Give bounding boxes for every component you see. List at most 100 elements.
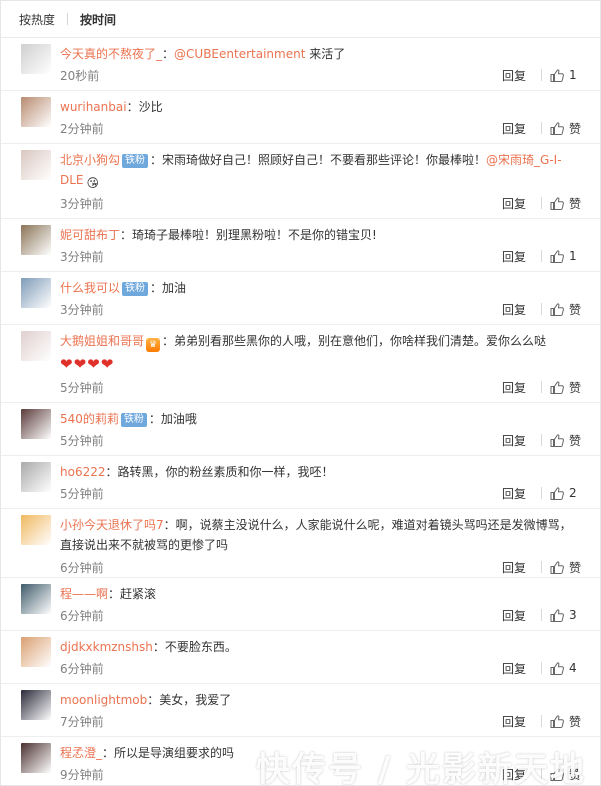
like-button[interactable]: 赞 <box>550 120 584 137</box>
reply-button[interactable]: 回复 <box>502 120 526 137</box>
reply-button[interactable]: 回复 <box>502 485 526 502</box>
like-count: 赞 <box>569 714 582 729</box>
username-link[interactable]: moonlightmob <box>60 693 147 707</box>
reply-button[interactable]: 回复 <box>502 248 526 265</box>
username-link[interactable]: 大鹅姐姐和哥哥 <box>60 334 144 348</box>
avatar[interactable] <box>21 515 51 545</box>
thumbs-up-icon <box>550 560 564 574</box>
avatar[interactable] <box>21 637 51 667</box>
username-link[interactable]: 妮可甜布丁 <box>60 228 120 242</box>
username-link[interactable]: wurihanbai <box>60 100 127 114</box>
avatar[interactable] <box>21 150 51 180</box>
reply-button[interactable]: 回复 <box>502 432 526 449</box>
avatar[interactable] <box>21 584 51 614</box>
comment-footer: 5分钟前 回复 赞 <box>60 431 584 449</box>
like-button[interactable]: 赞 <box>550 432 584 449</box>
avatar[interactable] <box>21 97 51 127</box>
sort-by-hot[interactable]: 按热度 <box>19 11 55 28</box>
like-count: 赞 <box>569 121 582 136</box>
comment-text: ：路转黑，你的粉丝素质和你一样，我呸！ <box>105 465 334 479</box>
thumbs-up-icon <box>550 486 564 500</box>
like-button[interactable]: 2 <box>550 486 584 500</box>
username-link[interactable]: 程——啊 <box>60 587 108 601</box>
action-divider <box>541 487 542 499</box>
reply-button[interactable]: 回复 <box>502 660 526 677</box>
avatar[interactable] <box>21 409 51 439</box>
avatar[interactable] <box>21 331 51 361</box>
comment-content: moonlightmob：美女，我爱了 <box>60 690 582 710</box>
like-button[interactable]: 赞 <box>550 559 584 576</box>
like-count: 4 <box>569 661 577 675</box>
comment-text: ：赶紧滚 <box>108 587 157 601</box>
username-link[interactable]: 程孞澄_ <box>60 746 102 760</box>
avatar[interactable] <box>21 690 51 720</box>
comment-text-tail: 来活了 <box>305 47 346 61</box>
comment-footer: 3分钟前 回复 赞 <box>60 300 584 318</box>
reply-button[interactable]: 回复 <box>502 713 526 730</box>
comment-item: 北京小狗勾 铁粉 ：宋雨琦做好自己！照顾好自己！不要看那些评论！你最棒啦！@宋雨琦_… <box>1 144 600 219</box>
avatar[interactable] <box>21 44 51 74</box>
mention-link[interactable]: @CUBEentertainment <box>174 47 305 61</box>
comment-content: 妮可甜布丁：琦琦子最棒啦！别理黑粉啦！不是你的错宝贝! <box>60 225 582 245</box>
like-button[interactable]: 1 <box>550 68 584 82</box>
comment-item: djdkxkmznshsh：不要脸东西。 6分钟前 回复 4 <box>1 631 600 684</box>
avatar[interactable] <box>21 225 51 255</box>
comment-item: ho6222：路转黑，你的粉丝素质和你一样，我呸！ 5分钟前 回复 2 <box>1 456 600 509</box>
sort-divider <box>67 13 69 25</box>
avatar[interactable] <box>21 462 51 492</box>
comment-item: 妮可甜布丁：琦琦子最棒啦！别理黑粉啦！不是你的错宝贝! 3分钟前 回复 1 <box>1 219 600 272</box>
comment-time: 3分钟前 <box>60 302 104 317</box>
like-count: 赞 <box>569 560 582 575</box>
comment-text: ：加油 <box>150 281 187 295</box>
action-divider <box>541 303 542 315</box>
reply-button[interactable]: 回复 <box>502 195 526 212</box>
comment-item: wurihanbai：沙比 2分钟前 回复 赞 <box>1 91 600 144</box>
fan-badge: 铁粉 <box>122 282 149 296</box>
comment-content: 程——啊：赶紧滚 <box>60 584 582 604</box>
like-count: 1 <box>569 249 577 263</box>
reply-button[interactable]: 回复 <box>502 67 526 84</box>
comment-list: 今天真的不熬夜了_：@CUBEentertainment 来活了 20秒前 回复 1 w… <box>1 38 600 785</box>
comment-footer: 2分钟前 回复 赞 <box>60 119 584 137</box>
like-button[interactable]: 赞 <box>550 195 584 212</box>
avatar[interactable] <box>21 278 51 308</box>
username-link[interactable]: 北京小狗勾 <box>60 153 120 167</box>
comment-content: djdkxkmznshsh：不要脸东西。 <box>60 637 582 657</box>
avatar[interactable] <box>21 743 51 773</box>
comment-footer: 7分钟前 回复 赞 <box>60 712 584 730</box>
comment-time: 7分钟前 <box>60 714 104 729</box>
thumbs-up-icon <box>550 661 564 675</box>
kiss-emoji-icon: 😘 <box>86 176 100 190</box>
like-button[interactable]: 赞 <box>550 301 584 318</box>
username-link[interactable]: ho6222 <box>60 465 106 479</box>
comment-footer: 3分钟前 回复 1 <box>60 247 584 265</box>
thumbs-up-icon <box>550 302 564 316</box>
like-count: 赞 <box>569 196 582 211</box>
comment-content: wurihanbai：沙比 <box>60 97 582 117</box>
reply-button[interactable]: 回复 <box>502 301 526 318</box>
like-count: 2 <box>569 486 577 500</box>
reply-button[interactable]: 回复 <box>502 559 526 576</box>
like-button[interactable]: 赞 <box>550 713 584 730</box>
comment-time: 6分钟前 <box>60 661 104 676</box>
thumbs-up-icon <box>550 68 564 82</box>
username-link[interactable]: 小孙今天退休了吗7 <box>60 518 164 532</box>
username-link[interactable]: 540的莉莉 <box>60 412 119 426</box>
username-link[interactable]: djdkxkmznshsh <box>60 640 153 654</box>
username-link[interactable]: 什么我可以 <box>60 281 120 295</box>
comment-item: 小孙今天退休了吗7：啊，说蔡主没说什么，人家能说什么呢，难道对着镜头骂吗还是发微… <box>1 509 600 578</box>
comment-text: ：加油哦 <box>148 412 197 426</box>
reply-button[interactable]: 回复 <box>502 379 526 396</box>
reply-button[interactable]: 回复 <box>502 607 526 624</box>
username-link[interactable]: 今天真的不熬夜了_ <box>60 47 162 61</box>
comment-time: 5分钟前 <box>60 486 104 501</box>
like-button[interactable]: 4 <box>550 661 584 675</box>
heart-emoji-icon: ❤❤❤❤ <box>60 355 115 373</box>
comment-time: 6分钟前 <box>60 608 104 623</box>
sort-by-time[interactable]: 按时间 <box>80 11 116 28</box>
like-button[interactable]: 赞 <box>550 379 584 396</box>
comment-footer: 5分钟前 回复 赞 <box>60 378 584 396</box>
thumbs-up-icon <box>550 121 564 135</box>
like-button[interactable]: 3 <box>550 608 584 622</box>
like-button[interactable]: 1 <box>550 249 584 263</box>
